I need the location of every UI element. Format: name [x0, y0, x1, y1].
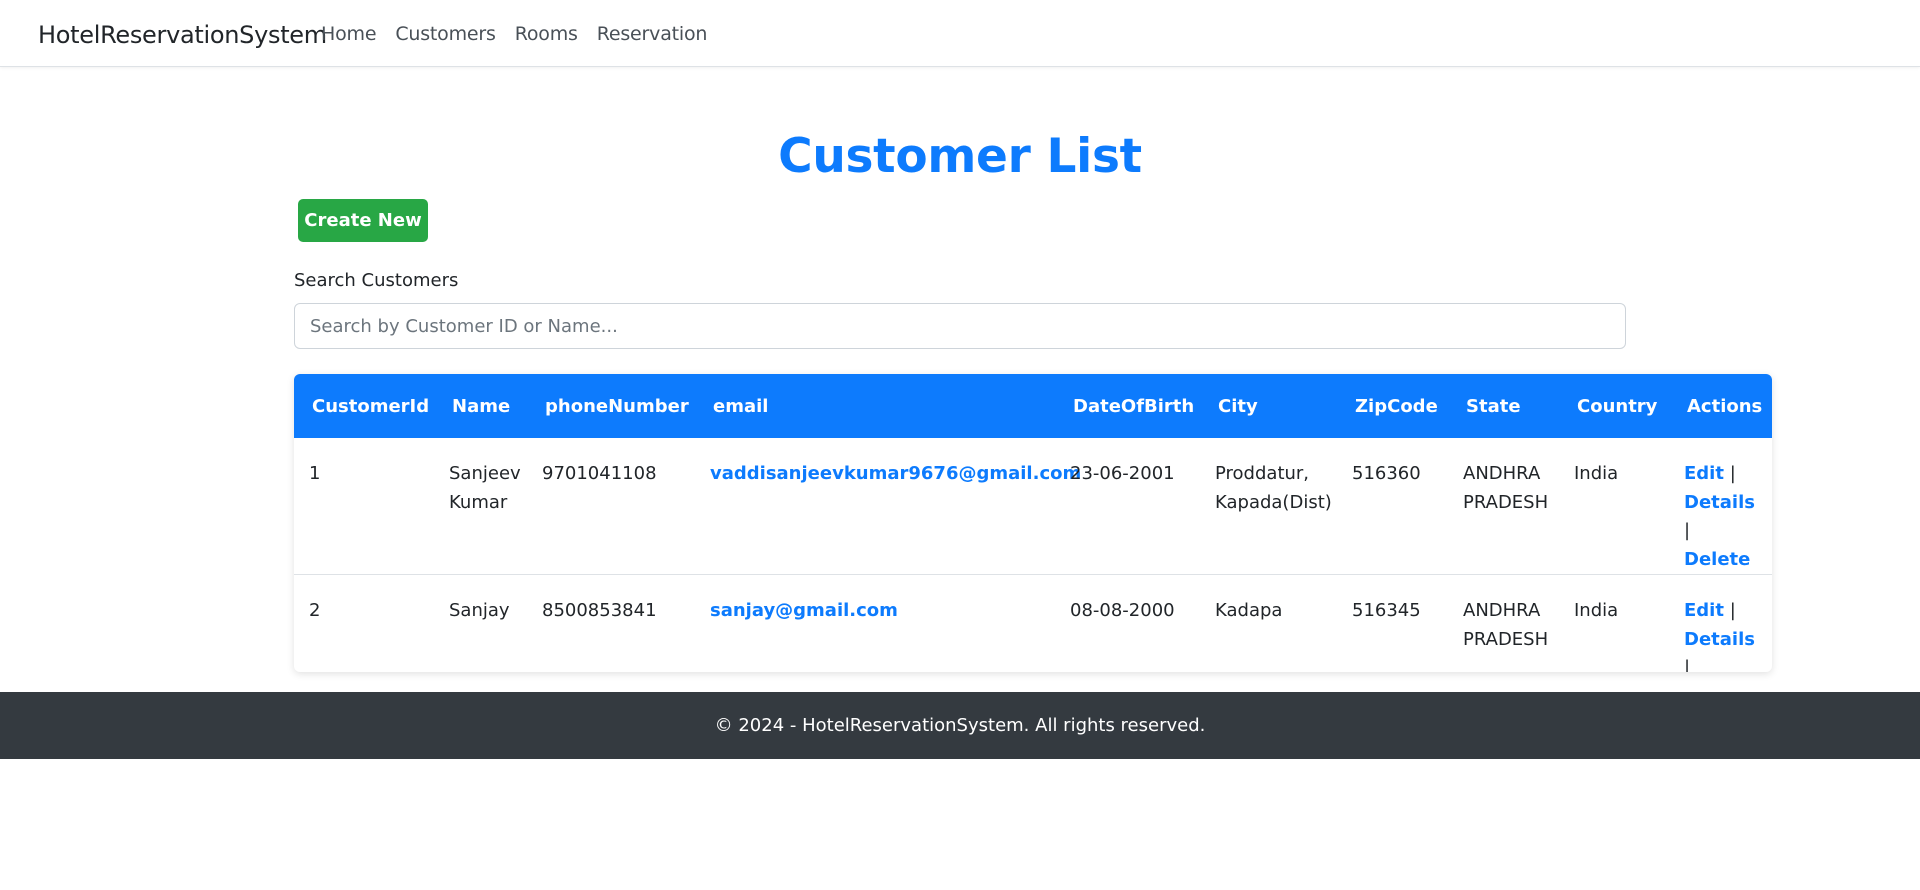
cell-country: India — [1574, 463, 1619, 484]
column-header-customerid: CustomerId — [294, 374, 434, 438]
action-separator: | — [1684, 520, 1691, 541]
cell-city: Kadapa — [1200, 574, 1337, 672]
column-header-name: Name — [434, 374, 527, 438]
customer-table: CustomerId Name phoneNumber email DateOf… — [294, 374, 1772, 672]
cell-phone: 8500853841 — [527, 574, 695, 672]
cell-zip: 516345 — [1337, 574, 1448, 672]
search-input[interactable] — [294, 303, 1626, 349]
column-header-state: State — [1448, 374, 1559, 438]
column-header-email: email — [695, 374, 1055, 438]
page-title: Customer List — [778, 129, 1142, 184]
details-link[interactable]: Details — [1684, 629, 1755, 650]
details-link[interactable]: Details — [1684, 492, 1755, 513]
navbar: HotelReservationSystem Home Customers Ro… — [0, 0, 1920, 67]
nav-link-customers[interactable]: Customers — [395, 20, 496, 48]
cell-name: Sanjeev Kumar — [449, 463, 521, 513]
column-header-actions: Actions — [1669, 374, 1772, 438]
email-link[interactable]: vaddisanjeevkumar9676@gmail.com — [710, 463, 1081, 484]
column-header-country: Country — [1559, 374, 1669, 438]
cell-country: India — [1559, 574, 1669, 672]
table-row: 1 Sanjeev Kumar 9701041108 vaddisanjeevk… — [294, 438, 1772, 575]
cell-name: Sanjay — [434, 574, 527, 672]
nav-link-rooms[interactable]: Rooms — [515, 20, 578, 48]
create-new-button[interactable]: Create New — [298, 199, 428, 242]
action-separator: | — [1684, 657, 1691, 672]
edit-link[interactable]: Edit — [1684, 463, 1724, 484]
edit-link[interactable]: Edit — [1684, 600, 1724, 621]
footer-copyright: © 2024 - HotelReservationSystem. All rig… — [714, 715, 1206, 736]
table-header-row: CustomerId Name phoneNumber email DateOf… — [294, 374, 1772, 438]
column-header-dob: DateOfBirth — [1055, 374, 1200, 438]
navbar-brand[interactable]: HotelReservationSystem — [38, 20, 327, 50]
cell-phone: 9701041108 — [542, 463, 657, 484]
nav-link-home[interactable]: Home — [321, 20, 377, 48]
cell-state: ANDHRA PRADESH — [1448, 574, 1559, 672]
footer: © 2024 - HotelReservationSystem. All rig… — [0, 692, 1920, 759]
cell-dob: 23-06-2001 — [1070, 463, 1175, 484]
nav-link-reservation[interactable]: Reservation — [597, 20, 708, 48]
delete-link[interactable]: Delete — [1684, 549, 1750, 570]
column-header-zip: ZipCode — [1337, 374, 1448, 438]
action-separator: | — [1729, 463, 1736, 484]
email-link[interactable]: sanjay@gmail.com — [710, 600, 898, 621]
nav-links: Home Customers Rooms Reservation — [321, 20, 726, 48]
customer-table-container: CustomerId Name phoneNumber email DateOf… — [294, 374, 1772, 672]
cell-actions: Edit | Details | Delete — [1669, 438, 1772, 575]
cell-dob: 08-08-2000 — [1055, 574, 1200, 672]
column-header-city: City — [1200, 374, 1337, 438]
cell-customer-id: 2 — [294, 574, 434, 672]
cell-state: ANDHRA PRADESH — [1463, 463, 1549, 513]
cell-customer-id: 1 — [309, 463, 321, 484]
action-separator: | — [1729, 600, 1736, 621]
cell-city: Proddatur, Kapada(Dist) — [1215, 463, 1332, 513]
search-label: Search Customers — [294, 270, 459, 291]
column-header-phone: phoneNumber — [527, 374, 695, 438]
cell-zip: 516360 — [1352, 463, 1421, 484]
cell-email: vaddisanjeevkumar9676@gmail.com — [695, 438, 1081, 575]
cell-actions: Edit | Details | Delete — [1669, 574, 1772, 672]
cell-email: sanjay@gmail.com — [695, 574, 1055, 672]
table-row: 2 Sanjay 8500853841 sanjay@gmail.com 08-… — [294, 574, 1772, 672]
